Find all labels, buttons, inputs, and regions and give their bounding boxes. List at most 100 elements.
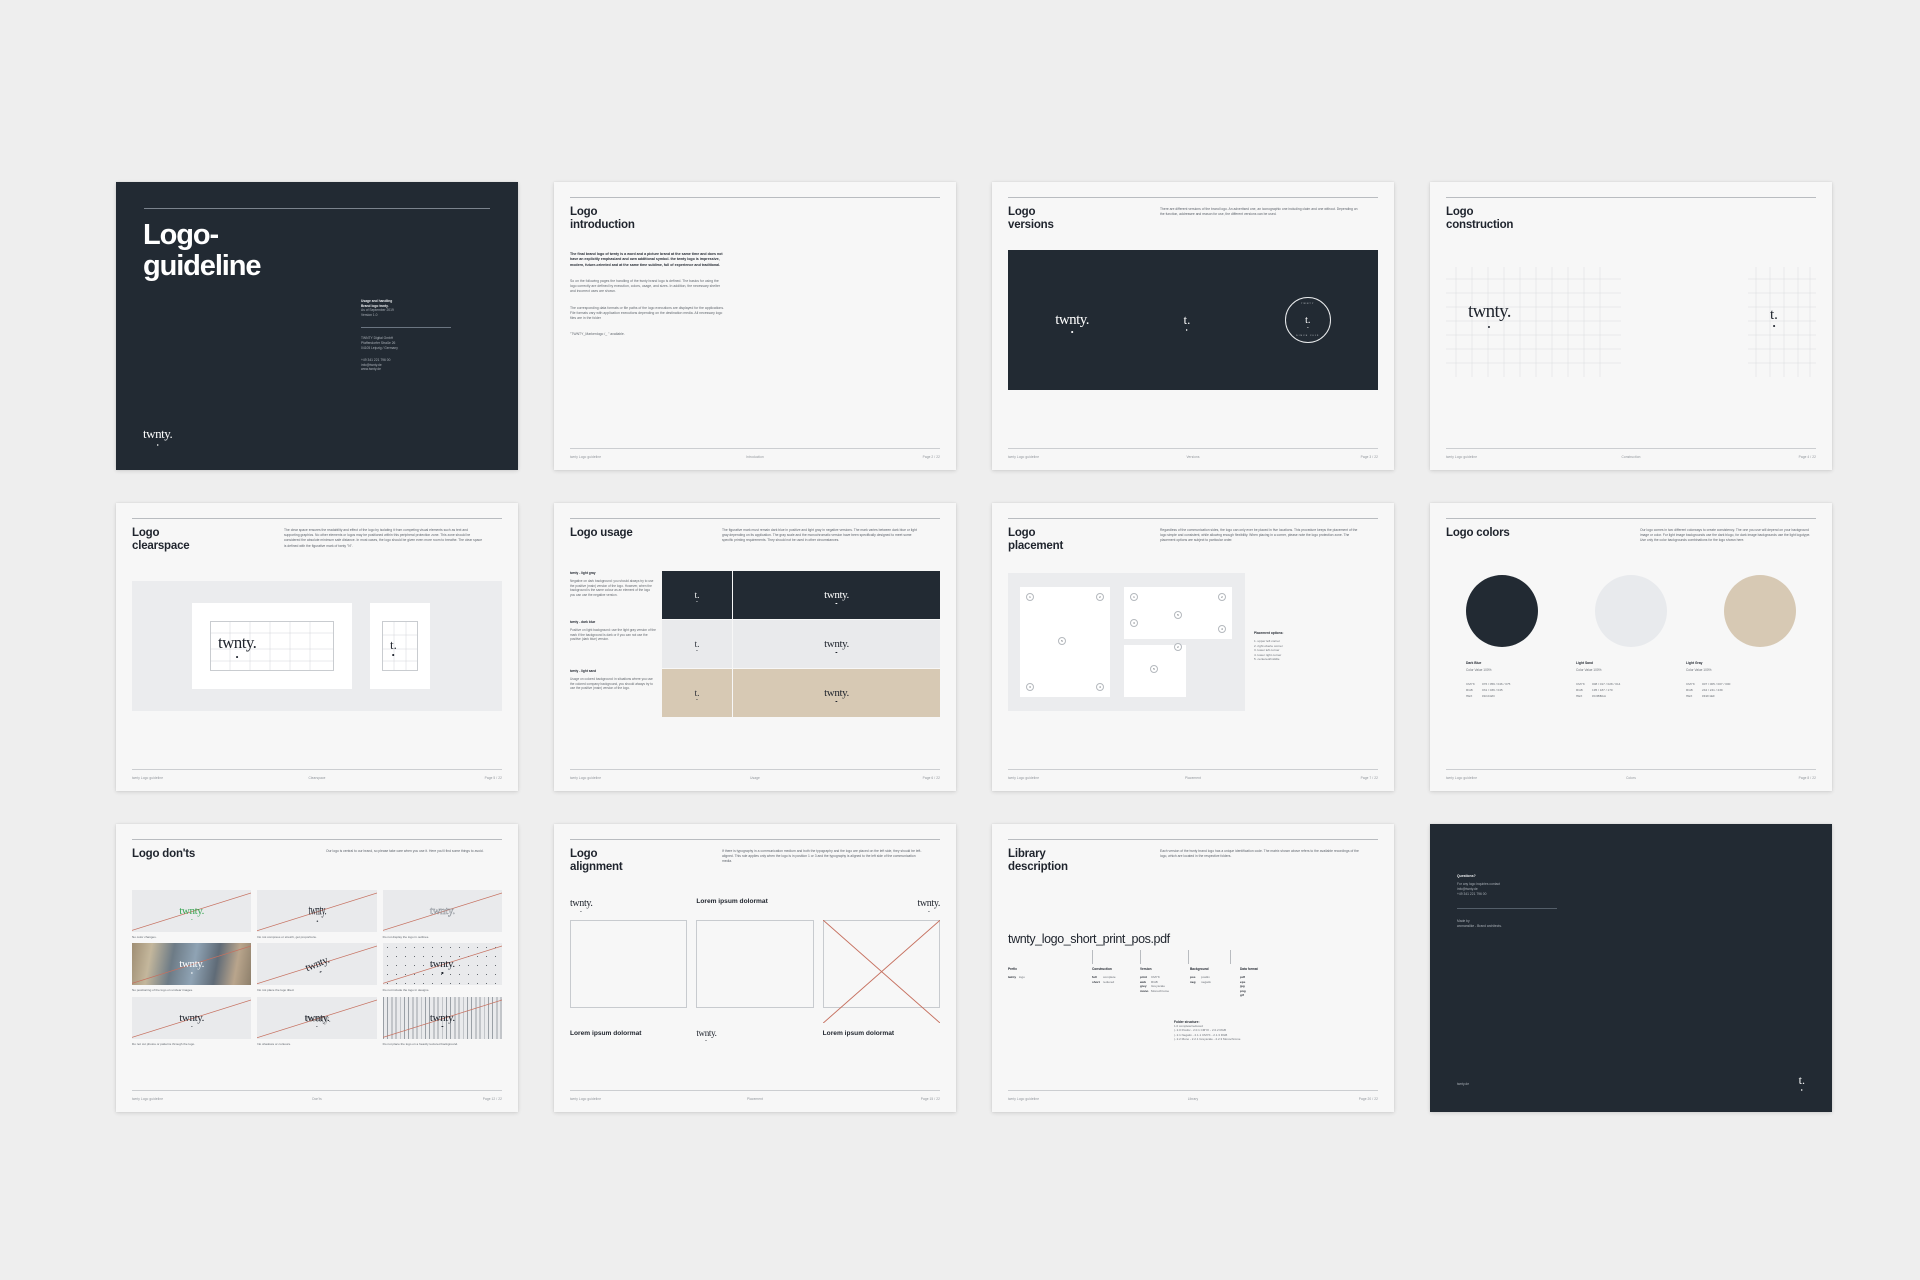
page-title: Logo introduction — [570, 206, 635, 233]
slide-colors[interactable]: Logo colors Our logo comes in two differ… — [1430, 503, 1832, 791]
version-mark: t. — [1183, 312, 1191, 327]
intro-para2: The corresponding data formats or file p… — [570, 305, 725, 320]
badge-mark: t. — [1305, 314, 1311, 326]
rule-top — [570, 518, 940, 519]
intro-lead: The final brand logo of twnty is a word … — [570, 252, 723, 267]
construction-grid-wordmark: twnty. — [1446, 266, 1621, 377]
placement-marker-1: 1 — [1026, 593, 1034, 601]
slide-deck: Logo- guideline Usage and handling Brand… — [116, 182, 1832, 1112]
footer-section: Colors — [1626, 776, 1636, 780]
alignment-example-1: twnty. Lorem ipsum dolormat — [570, 898, 688, 1038]
title-line2: description — [1008, 861, 1068, 874]
rule-top — [1008, 197, 1378, 198]
slide-clearspace[interactable]: Logo clearspace The clear space ensures … — [116, 503, 518, 791]
column-row: gif — [1240, 993, 1244, 997]
donts-grid: twnty. No color changes. twnty. Do not c… — [132, 890, 502, 1046]
footer-page: Page 15 / 22 — [920, 1097, 940, 1101]
title-line1: Logo — [132, 527, 160, 539]
rule-top — [1008, 839, 1378, 840]
alignment-example-3: twnty. Lorem ipsum dolormat — [822, 898, 940, 1038]
badge-bottom-text: SINCE 2019 — [1296, 335, 1320, 337]
slide-footer: twnty Logo guideline Versions Page 3 / 2… — [1008, 448, 1378, 459]
dont-item-3: twnty. Do not display the logo in outlin… — [382, 890, 502, 939]
rule-top — [1446, 518, 1816, 519]
intro-text: The figurative mark must remain dark blu… — [722, 528, 917, 543]
usage-cell-gray-word: twnty. — [733, 620, 940, 668]
slide-cover[interactable]: Logo- guideline Usage and handling Brand… — [116, 182, 518, 470]
footer-page: Page 5 / 22 — [484, 776, 502, 780]
cover-address: TWNTY Digital GmbH Pfaffendorfer Straße … — [361, 336, 451, 350]
library-column-construction: Construction full complete short reduced — [1092, 967, 1116, 984]
footer-page: Page 20 / 22 — [1358, 1097, 1378, 1101]
slide-versions[interactable]: Logo versions There are different versio… — [992, 182, 1394, 470]
alignment-logo-bottom-2: twnty. — [696, 1028, 717, 1038]
swatch-light-sand — [1724, 575, 1796, 647]
color-value-2: Color Value 100% — [1576, 667, 1602, 672]
dont-mark-cut: twnty. — [179, 1011, 205, 1024]
slide-placement[interactable]: Logo placement Regardless of the communi… — [992, 503, 1394, 791]
label-hex: HEX — [1466, 693, 1473, 698]
construction-mark: t. — [1770, 306, 1778, 323]
placement-diagram: 1 2 1 2 5 3 4 5 2 3 4 5 — [1008, 573, 1245, 711]
title-line1: Logo — [570, 206, 598, 218]
clearspace-grid-wordmark — [210, 621, 334, 671]
usage-label-2: twnty - dark blue — [570, 620, 596, 624]
construction-grid-mark: t. — [1748, 266, 1816, 377]
dont-mark-on-photo: twnty. — [179, 958, 205, 971]
footer-left: twnty Logo guideline — [570, 1097, 602, 1101]
dont-thumb-3: twnty. — [382, 890, 502, 932]
usage-text-2: Positive on light background: use the li… — [570, 628, 656, 642]
dont-item-9: twnty. Do not place the logo on a heavil… — [382, 996, 502, 1046]
slide-alignment[interactable]: Logo alignment If there is typography in… — [554, 824, 956, 1112]
library-folder-structure: Folder structure: 1.0 complete/reduced |… — [1174, 1020, 1324, 1042]
dont-mark-green: twnty. — [179, 905, 205, 917]
construction-grids: twnty. t. — [1446, 254, 1816, 389]
cover-contact: +49 341 221 796 00 info@twnty.de www.twn… — [361, 358, 451, 372]
dont-item-6: twnty. Do not include the logo in design… — [382, 943, 502, 992]
swatch-dark-blue — [1466, 575, 1538, 647]
library-filename: twnty_logo_short_print_pos.pdf — [1008, 932, 1170, 946]
dont-thumb-6: twnty. — [382, 943, 502, 986]
title-line2: clearspace — [132, 540, 190, 553]
intro-text: The clear space ensures the readability … — [284, 528, 483, 548]
alignment-text-3: Lorem ipsum dolormat — [822, 1030, 895, 1037]
slide-footer: twnty Logo guideline Don'ts Page 12 / 22 — [132, 1090, 502, 1101]
slide-usage[interactable]: Logo usage The figurative mark must rema… — [554, 503, 956, 791]
footer-left: twnty Logo guideline — [132, 1097, 164, 1101]
clearspace-mark-box: t. — [370, 603, 430, 689]
color-value-3: Color Value 100% — [1686, 667, 1712, 672]
column-header-dataformat: Data format — [1240, 967, 1258, 971]
usage-cell-dark-word: twnty. — [733, 571, 940, 619]
slide-back-cover[interactable]: Questions? For any logo inquiries contac… — [1430, 824, 1832, 1112]
slide-donts[interactable]: Logo don'ts Our logo is central to our b… — [116, 824, 518, 1112]
swatch-light-gray — [1595, 575, 1667, 647]
dont-item-7: twnty. Do not cut photos or patterns thr… — [132, 996, 252, 1046]
footer-left: twnty Logo guideline — [1008, 776, 1040, 780]
usage-label-3: twnty - light sand — [570, 669, 597, 673]
column-header-background: Background — [1190, 967, 1209, 971]
value-hex-2: #C3BBAA — [1592, 693, 1606, 698]
cover-meta-version: Version 1.0 — [361, 312, 378, 317]
color-swatches — [1466, 575, 1796, 647]
placement-marker-7: 4 — [1218, 625, 1226, 633]
footer-page: Page 6 / 22 — [922, 776, 940, 780]
label-hex: HEX — [1686, 693, 1693, 698]
slide-introduction[interactable]: Logo introduction The final brand logo o… — [554, 182, 956, 470]
back-made-by: Made by womanslike - Brand architects. — [1457, 919, 1577, 929]
alignment-frame-1 — [570, 920, 688, 1008]
clearspace-wordmark-box: twnty. — [192, 603, 352, 689]
usage-swatch-grid: t. twnty. t. twnty. t. twnty. — [662, 571, 940, 718]
column-row: mono Monochrome — [1140, 988, 1170, 993]
footer-page: Page 12 / 22 — [482, 1097, 502, 1101]
slide-construction[interactable]: Logo construction twnty. t. twnty Logo g… — [1430, 182, 1832, 470]
dont-caption-9: Do not place the logo on a heavily textu… — [382, 1041, 459, 1046]
slide-footer: twnty Logo guideline Library Page 20 / 2… — [1008, 1090, 1378, 1101]
footer-page: Page 4 / 22 — [1798, 455, 1816, 459]
badge-top-text: TWNTY — [1301, 303, 1315, 305]
footer-section: Introduction — [746, 455, 764, 459]
clearspace-mark: t. — [390, 637, 397, 652]
dont-thumb-8: twnty. — [257, 996, 377, 1039]
usage-cell-dark-mark: t. — [662, 571, 732, 619]
slide-library[interactable]: Library description Each version of the … — [992, 824, 1394, 1112]
intro-text: Our logo comes in two different colorway… — [1640, 528, 1811, 543]
